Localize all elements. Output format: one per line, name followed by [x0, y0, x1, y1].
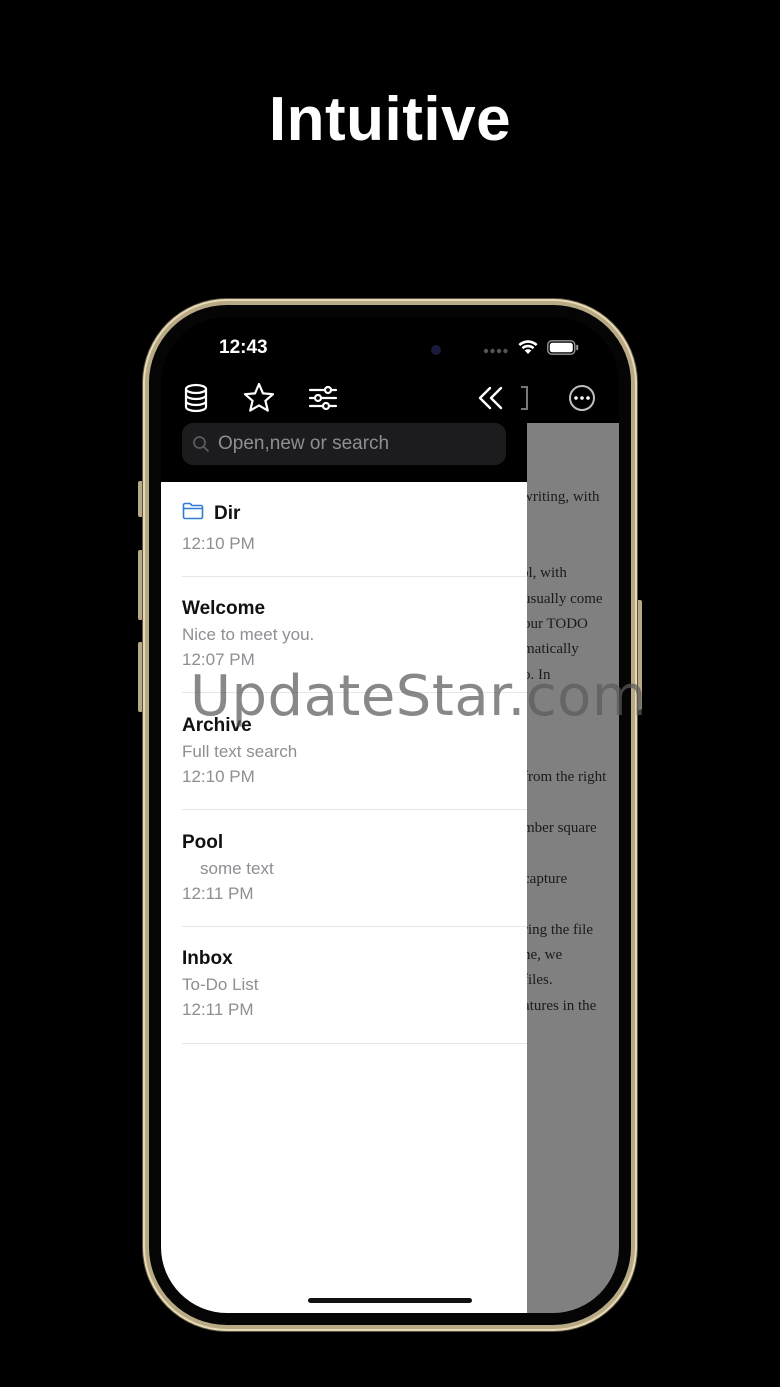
- list-item-time: 12:10 PM: [182, 534, 255, 553]
- document-preview: writing, with ol, with usually come our …: [527, 423, 619, 1313]
- doc-line: ring the file: [527, 922, 593, 938]
- list-item[interactable]: Inbox To-Do List 12:11 PM: [182, 948, 527, 1020]
- doc-line: matically: [527, 641, 579, 657]
- doc-line: from the right: [527, 769, 607, 785]
- search-icon: [192, 435, 210, 453]
- search-input[interactable]: [218, 433, 488, 455]
- home-indicator[interactable]: [308, 1298, 472, 1303]
- file-list: Dir 12:10 PM Welcome Nice to meet you. 1…: [161, 482, 527, 1313]
- list-item-subtitle: Nice to meet you.: [182, 625, 315, 644]
- list-item[interactable]: Welcome Nice to meet you. 12:07 PM: [182, 598, 527, 670]
- list-item-subtitle: To-Do List: [182, 975, 259, 994]
- camera-dot: [431, 345, 441, 355]
- watermark: UpdateStar.com: [190, 664, 647, 729]
- bracket-icon: [517, 381, 533, 415]
- battery-icon: [547, 339, 579, 360]
- list-item-title: Dir: [214, 503, 241, 524]
- list-item-title: Welcome: [182, 598, 266, 619]
- headline: Intuitive: [268, 85, 512, 154]
- status-time: 12:43: [219, 337, 268, 358]
- status-indicators: [483, 339, 579, 360]
- list-item-title: Inbox: [182, 948, 233, 969]
- list-item[interactable]: Dir 12:10 PM: [182, 502, 527, 554]
- list-item-subtitle: some text: [200, 859, 274, 878]
- doc-line: writing, with: [527, 489, 600, 505]
- dynamic-island: [335, 335, 445, 367]
- doc-line: capture: [527, 871, 568, 887]
- folder-icon: [182, 502, 204, 526]
- list-item-time: 12:11 PM: [182, 884, 254, 903]
- database-icon[interactable]: [179, 381, 213, 415]
- doc-line: files.: [527, 972, 553, 988]
- doc-line: ol, with: [527, 565, 567, 581]
- star-icon[interactable]: [242, 381, 276, 415]
- double-chevron-left-icon[interactable]: [474, 381, 508, 415]
- ellipsis-circle-icon[interactable]: [565, 381, 599, 415]
- item-title-row: Dir: [182, 502, 527, 526]
- doc-line: atures in the: [527, 998, 597, 1014]
- list-item-title: Pool: [182, 832, 224, 853]
- list-item-time: 12:10 PM: [182, 767, 255, 786]
- doc-line: usually come: [527, 591, 603, 607]
- wifi-icon: [517, 339, 539, 360]
- phone-screen: 12:43 Open,new or search writing, with l…: [161, 317, 619, 1313]
- search-bar[interactable]: [182, 423, 506, 465]
- divider: [182, 576, 527, 577]
- doc-line: ne, we: [527, 947, 563, 963]
- sliders-icon[interactable]: [306, 381, 340, 415]
- divider: [182, 1043, 527, 1044]
- list-item-subtitle: Full text search: [182, 742, 298, 761]
- doc-line: mber square: [527, 820, 597, 836]
- list-item[interactable]: Pool some text 12:11 PM: [182, 832, 527, 904]
- divider: [182, 809, 527, 810]
- doc-line: our TODO: [527, 616, 588, 632]
- list-item-time: 12:11 PM: [182, 1000, 254, 1019]
- signal-icon: [483, 341, 509, 359]
- divider: [182, 926, 527, 927]
